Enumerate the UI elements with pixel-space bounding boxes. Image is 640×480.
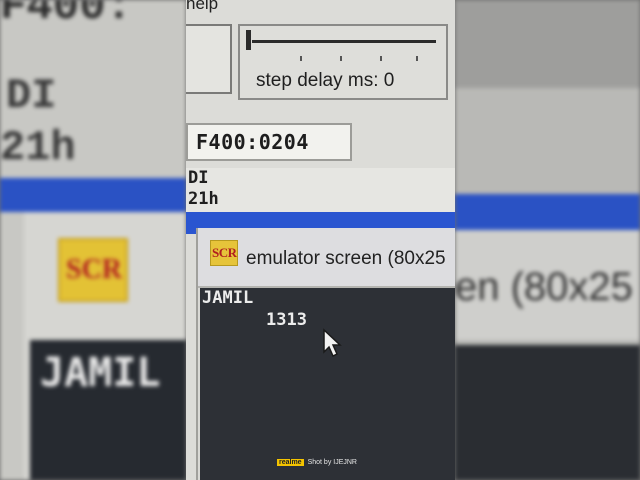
bg-emulator-title-fragment: en (80x25 — [455, 265, 633, 309]
bg-blue-band-right — [455, 194, 640, 230]
bg-register-value: 21h — [0, 124, 76, 172]
register-name: DI — [188, 168, 209, 188]
emulator-main-window: help step delay ms: 0 F400:0204 DI 21h S… — [186, 0, 455, 480]
bg-blue-band — [0, 178, 186, 212]
address-value: F400:0204 — [196, 130, 309, 154]
slider-tick — [340, 56, 342, 61]
menu-item-help[interactable]: help — [186, 0, 218, 14]
scr-icon: SCR — [210, 240, 238, 266]
watermark-text: Shot by IJEJNR — [307, 459, 357, 466]
background-left-blur: F400: DI 21h SCR JAMIL — [0, 0, 186, 480]
mouse-pointer-icon — [323, 328, 342, 358]
bg-dark-screen-right — [455, 345, 640, 480]
bg-register-name: DI — [6, 72, 57, 120]
scr-icon-text: SCR — [212, 245, 237, 260]
register-value: 21h — [188, 189, 219, 209]
bg-scr-icon-text: SCR — [66, 254, 123, 285]
slider-tick — [416, 56, 418, 61]
watermark-badge: realme — [277, 459, 304, 466]
slider-tick — [380, 56, 382, 61]
step-delay-slider[interactable] — [252, 40, 436, 43]
step-delay-panel: step delay ms: 0 — [238, 24, 448, 100]
background-right-blur: en (80x25 — [455, 0, 640, 480]
address-field[interactable]: F400:0204 — [186, 123, 352, 161]
step-delay-slider-thumb[interactable] — [246, 30, 251, 50]
output-line-number: 1313 — [266, 310, 307, 330]
emulator-screen-title: emulator screen (80x25 — [246, 248, 446, 269]
camera-watermark: realme Shot by IJEJNR — [277, 459, 357, 466]
slider-tick — [300, 56, 302, 61]
step-delay-label: step delay ms: 0 — [256, 70, 395, 91]
bg-address-fragment: F400: — [0, 0, 133, 32]
bg-toolbar-blur — [455, 0, 640, 88]
register-panel: DI 21h — [186, 168, 455, 216]
emulator-screen-titlebar[interactable]: SCR emulator screen (80x25 — [198, 228, 455, 288]
emulator-output-screen[interactable]: JAMIL 1313 — [200, 288, 455, 480]
bg-scr-icon: SCR — [58, 238, 128, 302]
bg-output-text: JAMIL — [40, 350, 161, 396]
toolbar-button[interactable] — [186, 24, 232, 94]
output-line-name: JAMIL — [202, 288, 254, 308]
